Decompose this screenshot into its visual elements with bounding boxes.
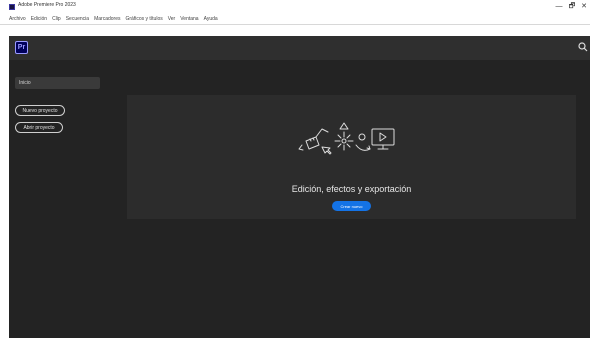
- menu-archivo[interactable]: Archivo: [9, 16, 26, 22]
- app-header: Pr: [9, 36, 590, 60]
- menu-secuencia[interactable]: Secuencia: [66, 16, 89, 22]
- menu-ver[interactable]: Ver: [168, 16, 176, 22]
- open-project-button[interactable]: Abrir proyecto: [15, 122, 63, 133]
- home-screen: Pr Inicio Nuevo proyecto Abrir proyecto: [9, 36, 590, 338]
- create-new-button[interactable]: Crear nuevo: [332, 201, 371, 211]
- sidebar-item-label: Inicio: [19, 80, 31, 86]
- premiere-app-icon: [9, 4, 15, 10]
- window-title: Adobe Premiere Pro 2023: [18, 2, 76, 8]
- minimize-button[interactable]: —: [553, 1, 565, 13]
- close-button[interactable]: ✕: [578, 1, 590, 13]
- edit-effects-export-illustration: [298, 122, 395, 155]
- app-window: Adobe Premiere Pro 2023 — 🗗 ✕ Archivo Ed…: [0, 0, 590, 338]
- new-project-button[interactable]: Nuevo proyecto: [15, 105, 65, 116]
- menu-edicion[interactable]: Edición: [31, 16, 47, 22]
- welcome-heading: Edición, efectos y exportación: [291, 184, 412, 194]
- search-icon[interactable]: [578, 42, 588, 52]
- sidebar-item-home[interactable]: Inicio: [15, 77, 100, 89]
- menu-clip[interactable]: Clip: [52, 16, 61, 22]
- menu-marcadores[interactable]: Marcadores: [94, 16, 120, 22]
- menu-graficos[interactable]: Gráficos y títulos: [125, 16, 162, 22]
- menu-bar: Archivo Edición Clip Secuencia Marcadore…: [0, 14, 590, 25]
- menu-ayuda[interactable]: Ayuda: [204, 16, 218, 22]
- premiere-logo[interactable]: Pr: [15, 41, 28, 54]
- maximize-button[interactable]: 🗗: [566, 1, 578, 13]
- welcome-panel: Edición, efectos y exportación Crear nue…: [127, 95, 576, 219]
- title-bar: Adobe Premiere Pro 2023 — 🗗 ✕: [0, 0, 590, 14]
- menu-ventana[interactable]: Ventana: [180, 16, 198, 22]
